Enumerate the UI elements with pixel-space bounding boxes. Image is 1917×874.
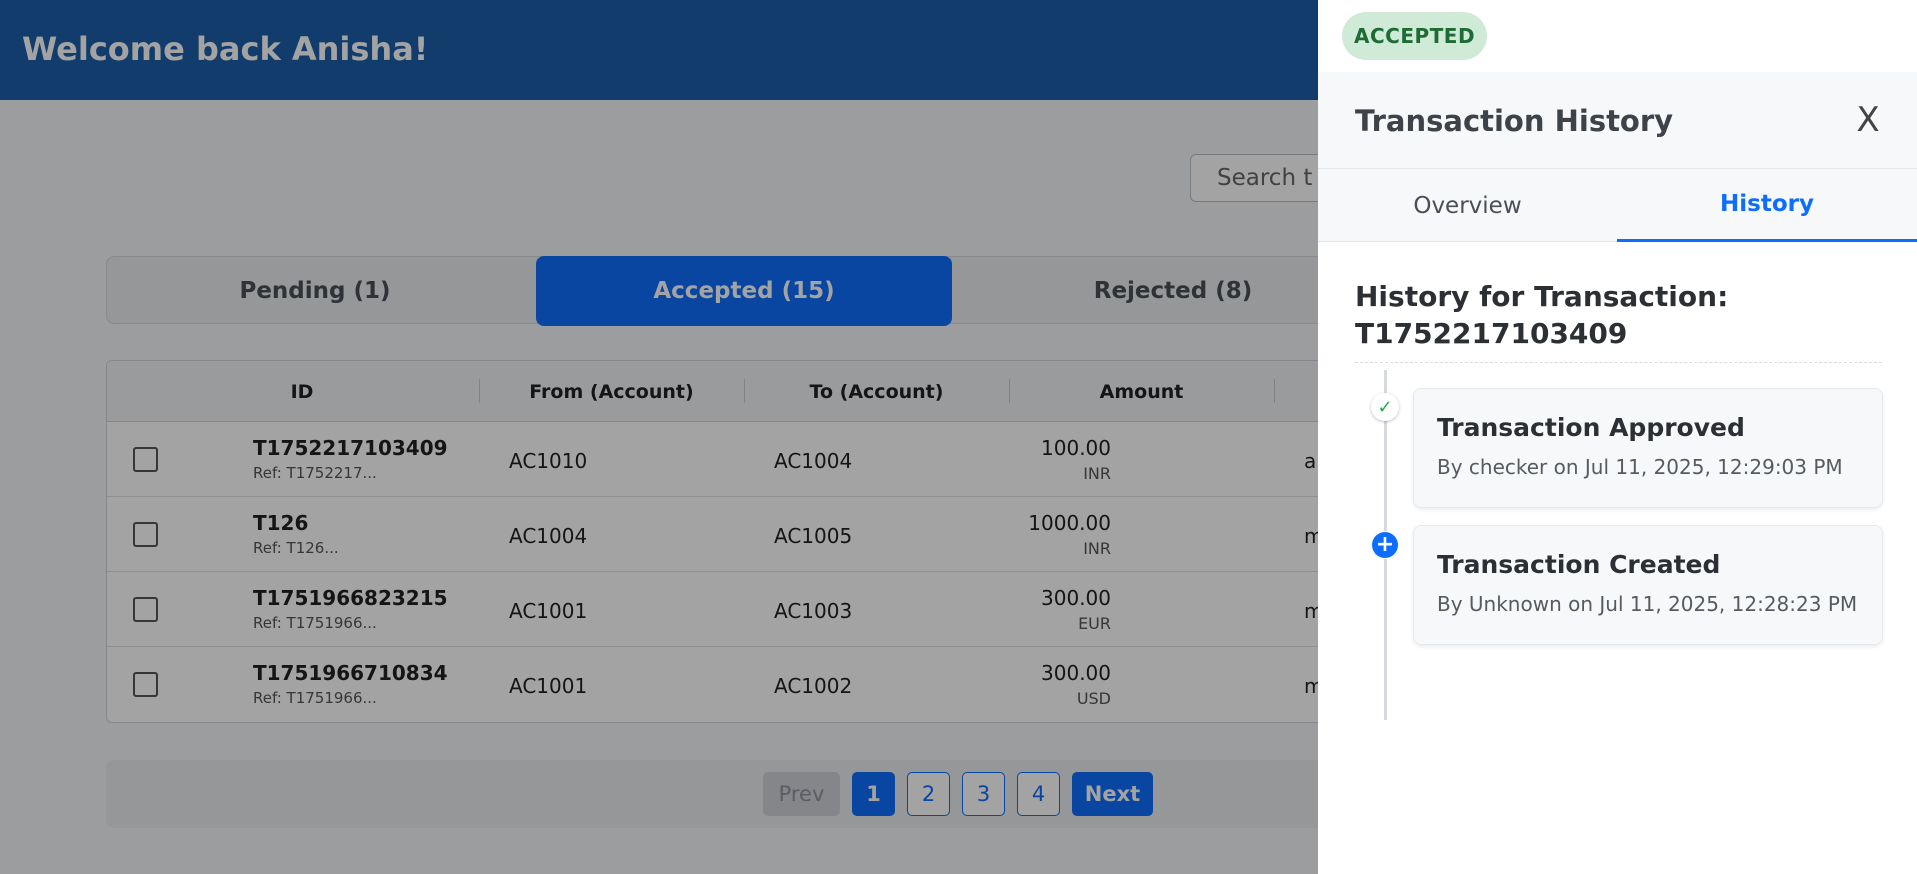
check-icon: ✓	[1371, 393, 1399, 421]
event-meta: By checker on Jul 11, 2025, 12:29:03 PM	[1437, 455, 1843, 479]
event-title: Transaction Created	[1437, 550, 1721, 579]
status-badge: ACCEPTED	[1342, 12, 1488, 60]
event-title: Transaction Approved	[1437, 413, 1745, 442]
history-transaction-id: T1752217103409	[1355, 317, 1628, 350]
tab-overview[interactable]: Overview	[1318, 169, 1617, 242]
history-heading: History for Transaction: T1752217103409	[1355, 278, 1885, 352]
history-heading-label: History for Transaction:	[1355, 280, 1729, 313]
panel-title: Transaction History	[1355, 104, 1674, 138]
panel-header: Transaction History X	[1318, 72, 1917, 169]
history-event-card: Transaction Created By Unknown on Jul 11…	[1413, 525, 1883, 645]
divider	[1355, 362, 1882, 363]
transaction-history-panel: ACCEPTED Transaction History X Overview …	[1318, 0, 1917, 874]
history-event-card: Transaction Approved By checker on Jul 1…	[1413, 388, 1883, 508]
close-button[interactable]: X	[1848, 98, 1888, 142]
plus-circle-icon: +	[1371, 531, 1399, 559]
tab-history[interactable]: History	[1617, 169, 1917, 242]
panel-tabs: Overview History	[1318, 169, 1917, 242]
event-meta: By Unknown on Jul 11, 2025, 12:28:23 PM	[1437, 592, 1858, 616]
